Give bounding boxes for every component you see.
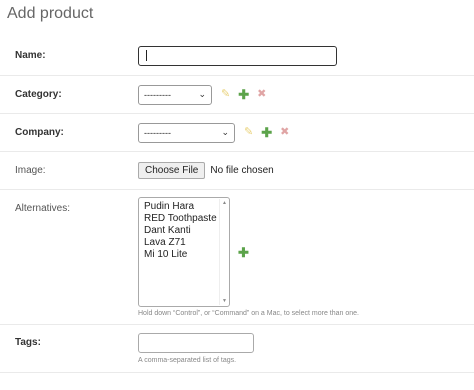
category-selected-value: --------- xyxy=(144,89,171,100)
list-item[interactable]: Pudin Hara xyxy=(144,201,229,213)
page-title: Add product xyxy=(7,5,94,22)
list-item[interactable]: Mi 10 Lite xyxy=(144,249,229,261)
file-status-text: No file chosen xyxy=(210,165,274,176)
delete-category-x-icon[interactable]: ✖ xyxy=(257,89,266,100)
company-label: Company: xyxy=(15,127,64,138)
tags-label: Tags: xyxy=(15,337,41,348)
alternatives-multiselect[interactable]: Pudin Hara RED Toothpaste Dant Kanti Lav… xyxy=(138,197,230,307)
tags-input[interactable] xyxy=(138,333,254,353)
add-category-plus-icon[interactable]: ✚ xyxy=(238,88,249,101)
text-caret xyxy=(146,50,147,61)
scroll-up-arrow-icon[interactable]: ▲ xyxy=(221,200,228,206)
list-item[interactable]: Lava Z71 xyxy=(144,237,229,249)
row-divider xyxy=(0,372,474,373)
company-selected-value: --------- xyxy=(144,127,171,138)
name-input[interactable] xyxy=(138,45,337,66)
image-label: Image: xyxy=(15,165,46,176)
edit-category-pencil-icon[interactable]: ✎ xyxy=(221,89,230,100)
product-form: Name: Category: --------- ⌄ ✎ ✚ ✖ Compan… xyxy=(0,36,474,373)
scroll-down-arrow-icon[interactable]: ▼ xyxy=(221,298,228,304)
delete-company-x-icon[interactable]: ✖ xyxy=(280,127,289,138)
name-row: Name: xyxy=(0,36,474,75)
choose-file-button[interactable]: Choose File xyxy=(138,162,206,179)
company-select[interactable]: --------- ⌄ xyxy=(138,122,235,143)
alternatives-help-text: Hold down “Control”, or “Command” on a M… xyxy=(138,310,359,317)
tags-help-text: A comma-separated list of tags. xyxy=(138,357,237,364)
name-label: Name: xyxy=(15,50,46,61)
category-label: Category: xyxy=(15,89,62,100)
company-row: Company: --------- ⌄ ✎ ✚ ✖ xyxy=(0,113,474,151)
edit-company-pencil-icon[interactable]: ✎ xyxy=(244,127,253,138)
scrollbar[interactable]: ▲ ▼ xyxy=(219,199,228,305)
chevron-down-icon: ⌄ xyxy=(221,127,229,137)
add-alternative-plus-icon[interactable]: ✚ xyxy=(238,246,249,259)
image-row: Image: Choose File No file chosen xyxy=(0,151,474,189)
list-item[interactable]: RED Toothpaste xyxy=(144,213,229,225)
category-row: Category: --------- ⌄ ✎ ✚ ✖ xyxy=(0,75,474,113)
list-item[interactable]: Dant Kanti xyxy=(144,225,229,237)
chevron-down-icon: ⌄ xyxy=(198,89,206,99)
tags-row: Tags: A comma-separated list of tags. xyxy=(0,324,474,372)
category-select[interactable]: --------- ⌄ xyxy=(138,84,212,105)
add-company-plus-icon[interactable]: ✚ xyxy=(261,126,272,139)
alternatives-row: Alternatives: Pudin Hara RED Toothpaste … xyxy=(0,189,474,324)
alternatives-label: Alternatives: xyxy=(15,203,71,214)
